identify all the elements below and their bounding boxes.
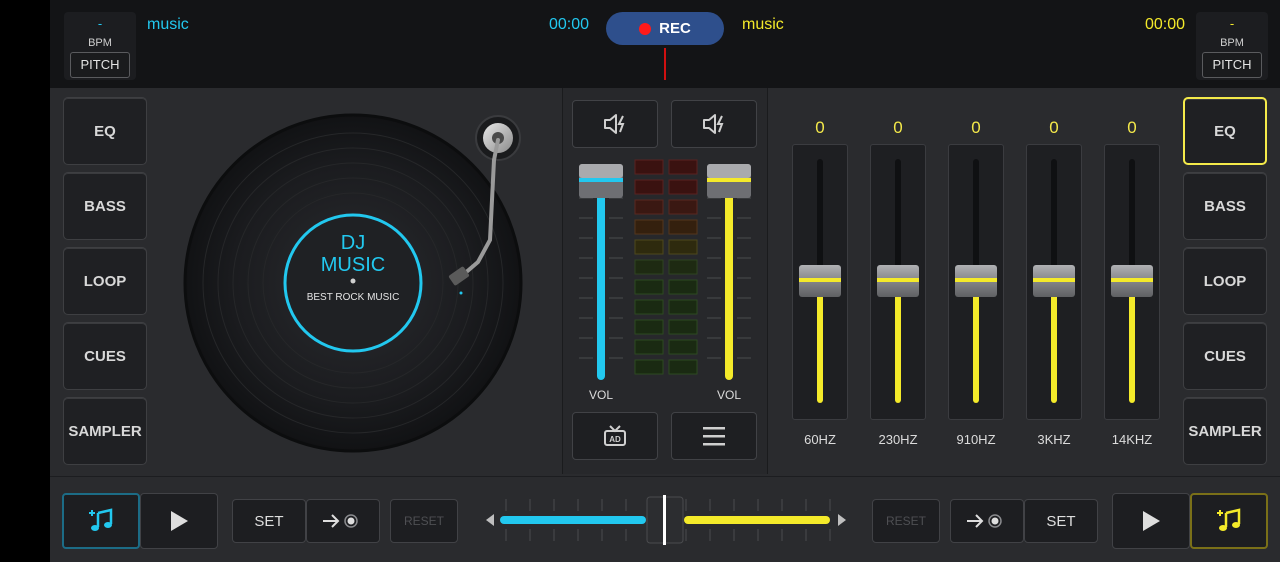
eq-band-slider[interactable]: [1026, 144, 1082, 420]
eq-band-label: 14KHZ: [1111, 432, 1153, 447]
speaker-icon: [703, 114, 724, 134]
play-icon: [171, 511, 188, 531]
speaker-icon: [604, 114, 625, 134]
crossfader-right-fill: [684, 516, 830, 524]
eq-band-fill: [1051, 285, 1057, 403]
eq-band-slider[interactable]: [792, 144, 848, 420]
arrow-to-point-icon: [967, 514, 1002, 528]
crossfader-left-arrow-icon[interactable]: [486, 514, 494, 526]
crossfader-right-arrow-icon[interactable]: [838, 514, 846, 526]
eq-band-knob[interactable]: [1111, 265, 1153, 297]
bottom-bar: SET RESET RESET SET: [50, 476, 1280, 562]
right-pitch-button[interactable]: PITCH: [1202, 52, 1262, 78]
menu-button[interactable]: [671, 412, 757, 460]
add-music-icon: [1217, 508, 1241, 531]
eq-band-knob[interactable]: [955, 265, 997, 297]
volume-faders[interactable]: [563, 158, 769, 398]
rec-indicator-line: [664, 48, 666, 80]
left-eq-button[interactable]: EQ: [63, 97, 147, 165]
right-play-button[interactable]: [1112, 493, 1190, 549]
right-cue-jump-button[interactable]: [950, 499, 1024, 543]
left-cue-jump-button[interactable]: [306, 499, 380, 543]
rec-dot-icon: [639, 22, 652, 35]
right-vol-label: VOL: [716, 388, 741, 402]
arrow-to-point-icon: [323, 514, 358, 528]
ad-icon: AD: [604, 425, 626, 446]
crossfader[interactable]: [482, 485, 852, 555]
right-add-music-button[interactable]: [1190, 493, 1268, 549]
right-reset-button[interactable]: RESET: [872, 499, 940, 543]
turntable[interactable]: DJ MUSIC BEST ROCK MUSIC: [178, 110, 524, 456]
eq-band-label: 230HZ: [878, 432, 918, 447]
eq-band-knob[interactable]: [1033, 265, 1075, 297]
left-bpm-panel: - BPM PITCH: [64, 12, 136, 80]
left-set-button[interactable]: SET: [232, 499, 306, 543]
eq-band-label: 60HZ: [804, 432, 836, 447]
play-icon: [1143, 511, 1160, 531]
eq-band-slider[interactable]: [870, 144, 926, 420]
right-cues-button[interactable]: CUES: [1183, 322, 1267, 390]
right-bpm-label: BPM: [1220, 37, 1244, 49]
right-sampler-button[interactable]: SAMPLER: [1183, 397, 1267, 465]
eq-band-fill: [895, 285, 901, 403]
left-sampler-button[interactable]: SAMPLER: [63, 397, 147, 465]
menu-icon: [703, 427, 725, 446]
rec-label: REC: [659, 20, 691, 37]
right-track-name: music: [742, 16, 784, 33]
crossfader-left-fill: [500, 516, 646, 524]
eq-band-slider[interactable]: [1104, 144, 1160, 420]
dj-app: - BPM PITCH music 00:00 REC music 00:00 …: [50, 0, 1280, 562]
eq-band-value: 0: [971, 118, 981, 137]
mixer-panel: VOL VOL AD: [562, 88, 768, 474]
eq-band-knob[interactable]: [799, 265, 841, 297]
eq-band-label: 910HZ: [956, 432, 996, 447]
left-cues-button[interactable]: CUES: [63, 322, 147, 390]
svg-text:AD: AD: [609, 435, 621, 444]
eq-band-value: 0: [893, 118, 903, 137]
left-add-music-button[interactable]: [62, 493, 140, 549]
record-title-line2: MUSIC: [320, 254, 386, 276]
eq-band-fill: [973, 285, 979, 403]
equalizer-panel: 0 60HZ 0 230HZ 0 910HZ 0 3KHZ 0 14KHZ: [772, 88, 1180, 474]
right-bass-button[interactable]: BASS: [1183, 172, 1267, 240]
left-play-button[interactable]: [140, 493, 218, 549]
left-time: 00:00: [549, 16, 590, 33]
left-speaker-button[interactable]: [572, 100, 658, 148]
right-time: 00:00: [1145, 16, 1186, 33]
level-meter: [634, 159, 698, 375]
record-title: DJ MUSIC: [285, 232, 421, 276]
eq-band-value: 0: [815, 118, 825, 137]
top-bar: - BPM PITCH music 00:00 REC music 00:00 …: [50, 0, 1280, 88]
record-title-line1: DJ: [340, 232, 366, 254]
eq-band-fill: [1129, 285, 1135, 403]
right-bpm-value: -: [1229, 16, 1235, 31]
eq-band-knob[interactable]: [877, 265, 919, 297]
eq-band-fill: [817, 285, 823, 403]
right-eq-button[interactable]: EQ: [1183, 97, 1267, 165]
right-loop-button[interactable]: LOOP: [1183, 247, 1267, 315]
ad-button[interactable]: AD: [572, 412, 658, 460]
rec-button[interactable]: REC: [606, 12, 724, 45]
left-bpm-value: -: [97, 16, 103, 31]
left-pitch-button[interactable]: PITCH: [70, 52, 130, 78]
right-set-button[interactable]: SET: [1024, 499, 1098, 543]
left-track-name: music: [147, 16, 189, 33]
eq-band-value: 0: [1127, 118, 1137, 137]
left-bpm-label: BPM: [88, 37, 112, 49]
record-subtitle: BEST ROCK MUSIC: [306, 292, 400, 303]
left-volume-fill: [597, 188, 605, 380]
right-speaker-button[interactable]: [671, 100, 757, 148]
eq-band-label: 3KHZ: [1037, 432, 1071, 447]
right-bpm-panel: - BPM PITCH: [1196, 12, 1268, 80]
eq-band-value: 0: [1049, 118, 1059, 137]
left-vol-label: VOL: [588, 388, 613, 402]
left-loop-button[interactable]: LOOP: [63, 247, 147, 315]
right-volume-fill: [725, 188, 733, 380]
add-music-icon: [89, 508, 113, 531]
left-reset-button[interactable]: RESET: [390, 499, 458, 543]
eq-band-slider[interactable]: [948, 144, 1004, 420]
left-bass-button[interactable]: BASS: [63, 172, 147, 240]
